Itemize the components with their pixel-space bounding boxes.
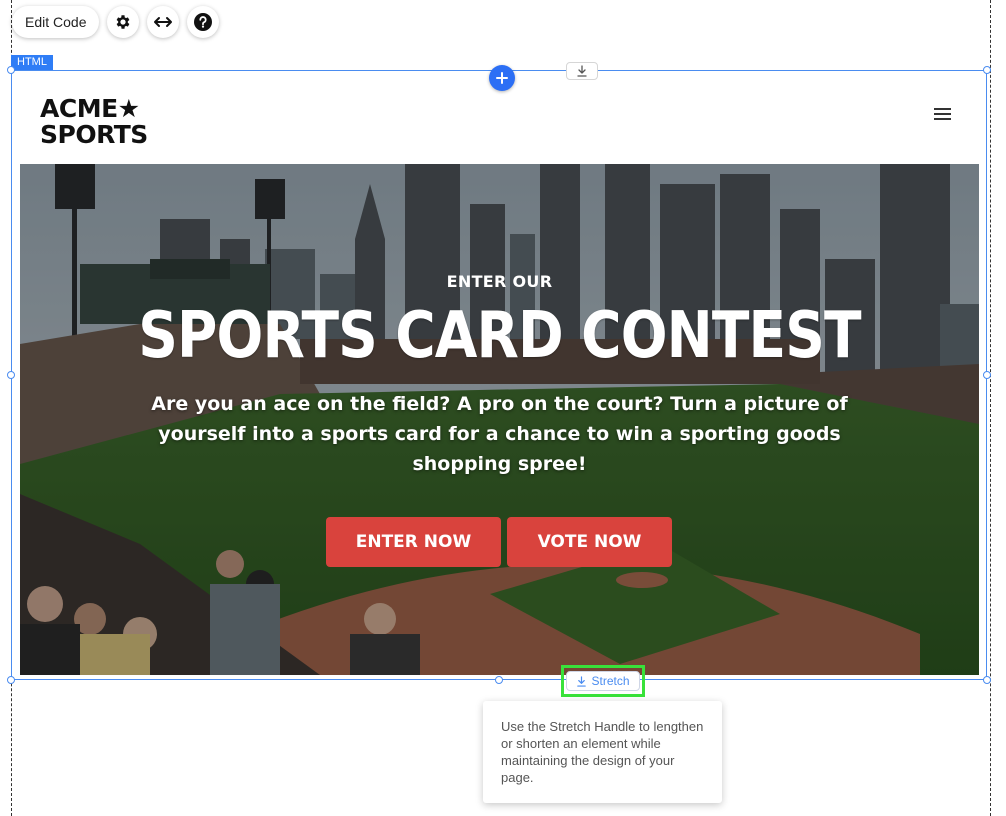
tooltip-text: Use the Stretch Handle to lengthen or sh…	[501, 719, 704, 785]
element-toolbar: Edit Code	[12, 6, 220, 38]
help-icon	[194, 13, 213, 31]
horizontal-arrows-icon	[154, 17, 173, 27]
resize-handle-top-right[interactable]	[983, 66, 991, 74]
edit-code-button[interactable]: Edit Code	[12, 6, 100, 38]
element-type-tag: HTML	[11, 55, 53, 70]
stretch-toggle-button[interactable]	[147, 6, 180, 38]
plus-icon	[496, 72, 508, 84]
resize-handle-bottom-left[interactable]	[7, 676, 15, 684]
settings-button[interactable]	[107, 6, 140, 38]
gear-icon	[117, 15, 130, 29]
stretch-tooltip: Use the Stretch Handle to lengthen or sh…	[483, 701, 722, 803]
resize-handle-bottom-right[interactable]	[983, 676, 991, 684]
resize-handle-bottom-center[interactable]	[495, 676, 503, 684]
top-stretch-handle[interactable]	[566, 62, 598, 80]
resize-handle-top-left[interactable]	[7, 66, 15, 74]
stretch-handle-button[interactable]: Stretch	[566, 671, 640, 691]
stretch-label: Stretch	[591, 674, 630, 688]
page-guide-right	[990, 0, 991, 816]
download-arrow-icon	[577, 65, 587, 77]
resize-handle-middle-right[interactable]	[983, 371, 991, 379]
selection-frame	[11, 70, 987, 680]
resize-handle-middle-left[interactable]	[7, 371, 15, 379]
stretch-arrow-icon	[577, 675, 587, 687]
help-button[interactable]	[187, 6, 220, 38]
add-element-button[interactable]	[489, 65, 515, 91]
